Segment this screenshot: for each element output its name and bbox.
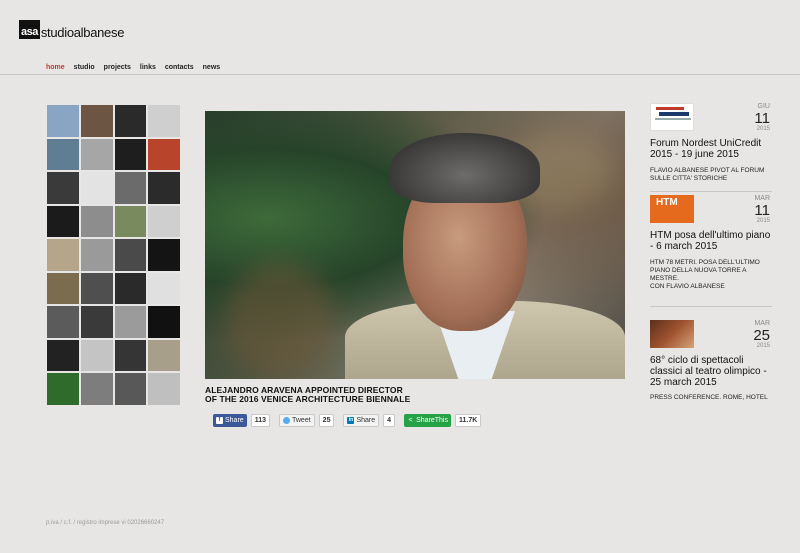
- news-date: MAR 11 2015: [730, 195, 770, 225]
- facebook-share-label: Share: [225, 416, 244, 424]
- project-thumbnail[interactable]: [147, 104, 181, 138]
- thumbnail-text: HTM: [656, 197, 678, 208]
- project-thumbnail[interactable]: [46, 104, 80, 138]
- twitter-tweet-button[interactable]: Tweet: [278, 413, 315, 427]
- project-thumbnail[interactable]: [46, 204, 80, 239]
- news-day: 11: [754, 110, 770, 127]
- news-item[interactable]: MAR 25 2015 68° ciclo di spettacoli clas…: [650, 320, 770, 410]
- featured-caption[interactable]: ALEJANDRO ARAVENA APPOINTED DIRECTOR OF …: [205, 386, 505, 404]
- nav-item-studio[interactable]: studio: [74, 64, 95, 71]
- project-thumbnail[interactable]: [113, 372, 148, 406]
- project-thumbnail[interactable]: [147, 238, 181, 272]
- news-thumbnail[interactable]: [650, 320, 694, 348]
- thumbnail-graphic: [655, 118, 691, 120]
- project-mosaic: [46, 104, 181, 406]
- news-year: 2015: [756, 218, 770, 224]
- project-thumbnail[interactable]: [113, 204, 148, 239]
- linkedin-share-count: 4: [383, 413, 396, 427]
- project-thumbnail[interactable]: [46, 271, 80, 306]
- project-thumbnail[interactable]: [147, 338, 181, 373]
- site-logo[interactable]: asa studioalbanese: [19, 20, 124, 39]
- news-description: HTM 78 METRI. POSA DELL'ULTIMO PIANO DEL…: [650, 259, 760, 290]
- news-description: PRESS CONFERENCE. ROME, HOTEL: [650, 394, 768, 401]
- linkedin-icon: in: [347, 416, 355, 424]
- project-thumbnail[interactable]: [113, 171, 148, 205]
- twitter-icon: [282, 416, 290, 424]
- project-thumbnail[interactable]: [147, 372, 181, 406]
- news-title[interactable]: Forum Nordest UniCredit 2015 - 19 june 2…: [650, 138, 772, 160]
- project-thumbnail[interactable]: [79, 238, 114, 272]
- twitter-tweet-count: 25: [318, 413, 335, 427]
- logo-mark: asa: [19, 20, 40, 39]
- news-date: MAR 25 2015: [730, 320, 770, 350]
- project-thumbnail[interactable]: [46, 238, 80, 272]
- project-thumbnail[interactable]: [46, 171, 80, 205]
- project-thumbnail[interactable]: [113, 104, 148, 138]
- thumbnail-graphic: [659, 112, 689, 116]
- nav-item-news[interactable]: news: [203, 64, 221, 71]
- facebook-share-count: 113: [250, 413, 270, 427]
- linkedin-share-label: Share: [356, 416, 376, 424]
- project-thumbnail[interactable]: [46, 305, 80, 339]
- project-thumbnail[interactable]: [79, 271, 114, 306]
- news-date: GIU 11 2015: [730, 103, 770, 133]
- logo-text: studioalbanese: [40, 25, 125, 40]
- news-description: FLAVIO ALBANESE PIVOT AL FORUM SULLE CIT…: [650, 167, 765, 182]
- project-thumbnail[interactable]: [79, 171, 114, 205]
- news-item[interactable]: GIU 11 2015 Forum Nordest UniCredit 2015…: [650, 103, 772, 192]
- footer-legal: p.iva / c.f. / registro imprese vi 02026…: [46, 520, 165, 526]
- facebook-share-button[interactable]: f Share: [213, 413, 247, 427]
- nav-item-projects[interactable]: projects: [104, 64, 131, 71]
- project-thumbnail[interactable]: [113, 338, 148, 373]
- news-thumbnail[interactable]: HTM: [650, 195, 694, 223]
- background-blur: [225, 261, 335, 379]
- project-thumbnail[interactable]: [147, 204, 181, 239]
- news-divider: [650, 306, 772, 307]
- main-nav: home studio projects links contacts news: [46, 64, 220, 71]
- project-thumbnail[interactable]: [113, 137, 148, 172]
- news-title[interactable]: 68° ciclo di spettacoli classici al teat…: [650, 355, 772, 388]
- project-thumbnail[interactable]: [79, 372, 114, 406]
- project-thumbnail[interactable]: [79, 305, 114, 339]
- sharethis-label: ShareThis: [416, 416, 448, 424]
- nav-item-home[interactable]: home: [46, 64, 65, 71]
- news-year: 2015: [756, 126, 770, 132]
- project-thumbnail[interactable]: [46, 338, 80, 373]
- news-item[interactable]: HTM MAR 11 2015 HTM posa dell'ultimo pia…: [650, 195, 772, 310]
- news-thumbnail[interactable]: [650, 103, 694, 131]
- project-thumbnail[interactable]: [79, 338, 114, 373]
- project-thumbnail[interactable]: [147, 305, 181, 339]
- project-thumbnail[interactable]: [79, 204, 114, 239]
- sharethis-button[interactable]: < ShareThis: [404, 413, 451, 427]
- news-title[interactable]: HTM posa dell'ultimo piano - 6 march 201…: [650, 230, 772, 252]
- share-icon: <: [408, 416, 413, 424]
- news-year: 2015: [756, 343, 770, 349]
- project-thumbnail[interactable]: [113, 271, 148, 306]
- news-divider: [650, 191, 772, 192]
- nav-item-links[interactable]: links: [140, 64, 156, 71]
- project-thumbnail[interactable]: [46, 372, 80, 406]
- nav-item-contacts[interactable]: contacts: [165, 64, 194, 71]
- news-day: 25: [753, 327, 770, 344]
- thumbnail-graphic: [656, 107, 684, 110]
- project-thumbnail[interactable]: [147, 171, 181, 205]
- sharethis-count: 11.7K: [454, 413, 482, 427]
- project-thumbnail[interactable]: [46, 137, 80, 172]
- project-thumbnail[interactable]: [147, 137, 181, 172]
- twitter-tweet-label: Tweet: [291, 416, 311, 424]
- caption-line: OF THE 2016 VENICE ARCHITECTURE BIENNALE: [205, 394, 411, 404]
- project-thumbnail[interactable]: [79, 104, 114, 138]
- share-bar: f Share 113 Tweet 25 in Share 4 < ShareT…: [213, 413, 482, 427]
- project-thumbnail[interactable]: [113, 238, 148, 272]
- project-thumbnail[interactable]: [79, 137, 114, 172]
- portrait-hair: [390, 133, 540, 203]
- featured-image[interactable]: [205, 111, 625, 379]
- project-thumbnail[interactable]: [113, 305, 148, 339]
- facebook-icon: f: [216, 416, 223, 424]
- news-day: 11: [754, 202, 770, 219]
- nav-divider: [0, 74, 800, 75]
- linkedin-share-button[interactable]: in Share: [343, 413, 380, 427]
- project-thumbnail[interactable]: [147, 271, 181, 306]
